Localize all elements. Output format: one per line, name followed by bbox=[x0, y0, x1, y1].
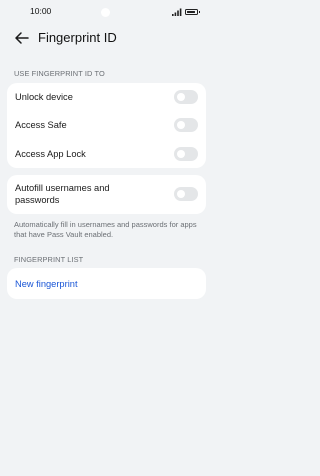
camera-cutout bbox=[101, 8, 110, 17]
access-app-lock-toggle[interactable] bbox=[174, 147, 198, 161]
section-label-use-fingerprint: USE FINGERPRINT ID TO bbox=[14, 69, 105, 78]
back-button[interactable] bbox=[12, 28, 32, 48]
row-access-app-lock[interactable]: Access App Lock bbox=[7, 139, 206, 168]
row-label: Access App Lock bbox=[15, 149, 86, 159]
new-fingerprint-button[interactable]: New fingerprint bbox=[7, 268, 206, 299]
unlock-device-toggle[interactable] bbox=[174, 90, 198, 104]
new-fingerprint-label: New fingerprint bbox=[15, 279, 78, 289]
status-time: 10:00 bbox=[30, 6, 52, 16]
row-label: Autofill usernames and passwords bbox=[15, 183, 110, 205]
status-bar: 10:00 bbox=[0, 0, 213, 24]
battery-fill bbox=[187, 11, 196, 13]
battery-icon bbox=[185, 9, 200, 15]
access-safe-toggle[interactable] bbox=[174, 118, 198, 132]
toggle-knob bbox=[177, 150, 185, 158]
header: Fingerprint ID bbox=[0, 26, 213, 50]
row-unlock-device[interactable]: Unlock device bbox=[7, 83, 206, 111]
screen: 10:00 Fingerprint ID USE FINGERPRINT ID … bbox=[0, 0, 213, 476]
page-title: Fingerprint ID bbox=[38, 30, 117, 45]
fingerprint-uses-card: Unlock device Access Safe Access App Loc… bbox=[7, 83, 206, 168]
autofill-helper-text: Automatically fill in usernames and pass… bbox=[14, 220, 197, 239]
row-access-safe[interactable]: Access Safe bbox=[7, 111, 206, 139]
row-label: Unlock device bbox=[15, 92, 73, 102]
fingerprint-list-card: New fingerprint bbox=[7, 268, 206, 299]
row-autofill[interactable]: Autofill usernames and passwords bbox=[7, 175, 206, 214]
arrow-left-icon bbox=[15, 32, 29, 44]
toggle-knob bbox=[177, 93, 185, 101]
section-label-fingerprint-list: FINGERPRINT LIST bbox=[14, 255, 84, 264]
signal-icon bbox=[172, 8, 182, 16]
toggle-knob bbox=[177, 121, 185, 129]
autofill-toggle[interactable] bbox=[174, 187, 198, 201]
autofill-card: Autofill usernames and passwords bbox=[7, 175, 206, 214]
toggle-knob bbox=[177, 190, 185, 198]
row-label: Access Safe bbox=[15, 120, 67, 130]
